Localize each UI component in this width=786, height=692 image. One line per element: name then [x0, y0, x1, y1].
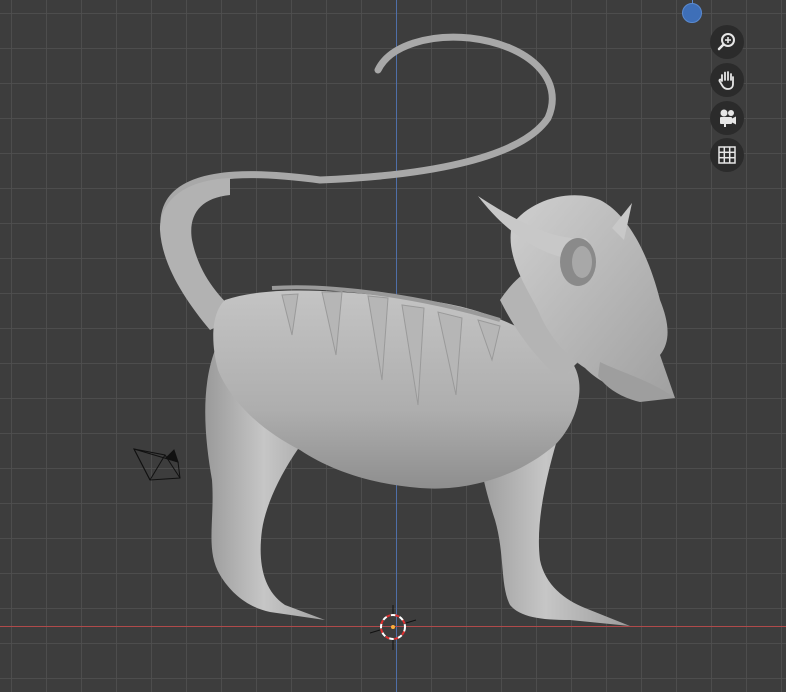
- zoom-magnifier-icon: [717, 33, 735, 51]
- 3d-viewport[interactable]: [0, 0, 786, 692]
- grid-icon: [718, 146, 736, 164]
- 3d-cursor-icon[interactable]: [369, 605, 417, 650]
- tail: [160, 33, 556, 314]
- camera-view-button[interactable]: [710, 101, 744, 135]
- hand-icon: [718, 71, 734, 90]
- gizmo-z-axis-icon[interactable]: [682, 3, 702, 23]
- camera-icon: [720, 109, 736, 127]
- scene-canvas[interactable]: [0, 0, 786, 692]
- eye: [572, 246, 592, 278]
- camera-icon[interactable]: [133, 448, 181, 481]
- zoom-button[interactable]: [710, 25, 744, 59]
- toggle-projection-button[interactable]: [710, 138, 744, 172]
- creature-mesh[interactable]: [160, 33, 675, 626]
- pan-button[interactable]: [710, 63, 744, 97]
